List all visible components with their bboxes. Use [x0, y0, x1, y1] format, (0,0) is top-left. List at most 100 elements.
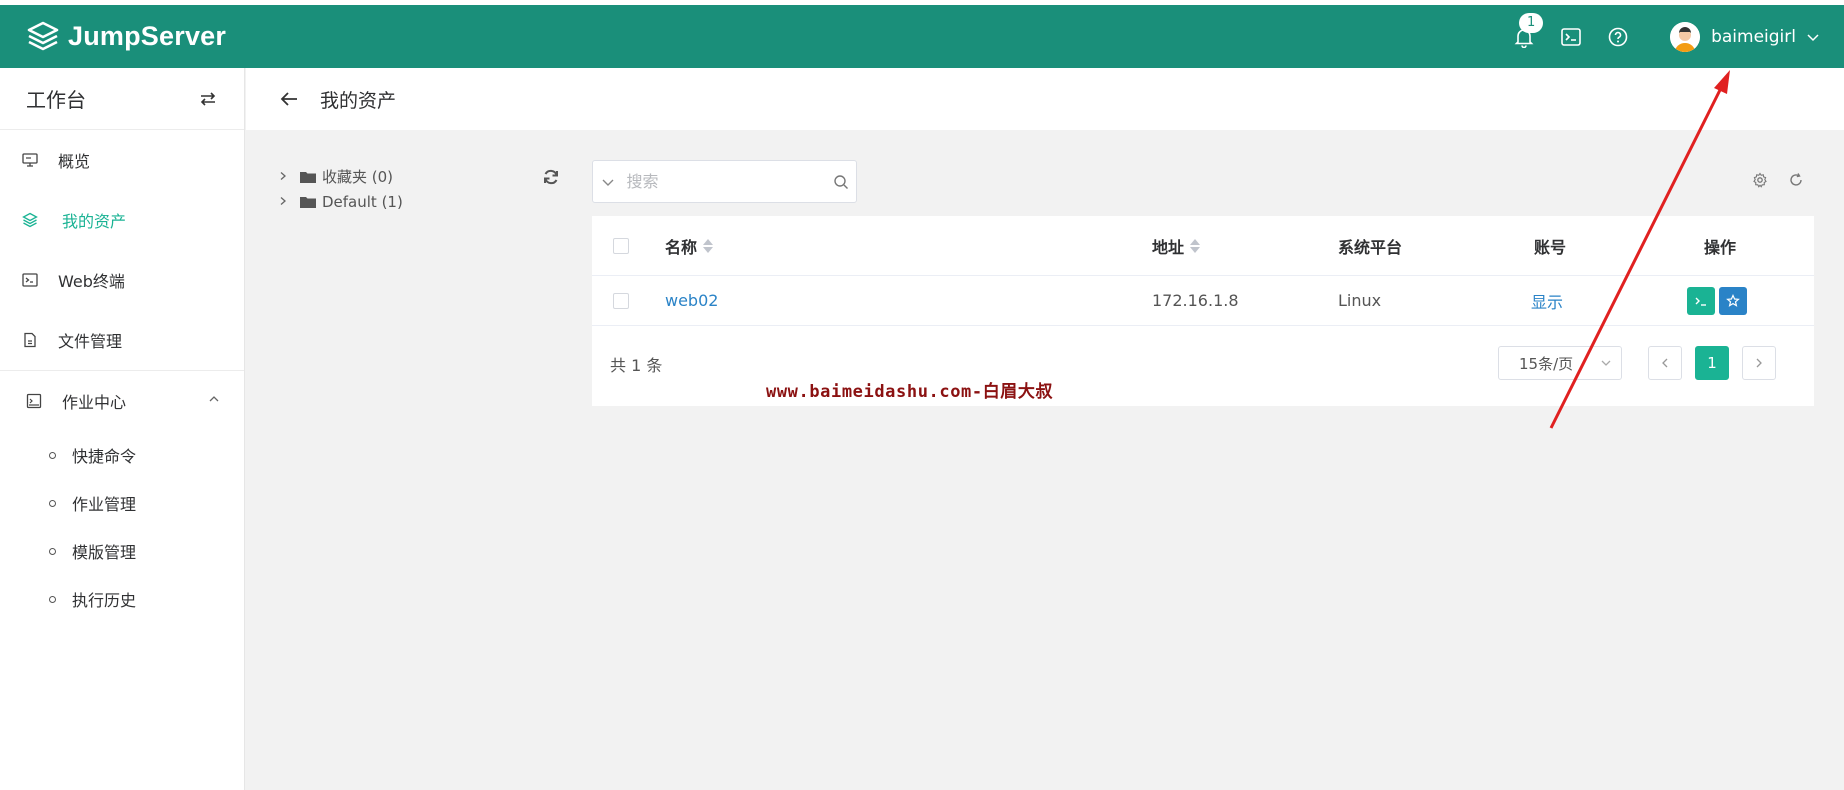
folder-icon: [300, 196, 316, 208]
refresh-icon[interactable]: [1788, 172, 1804, 188]
table-row: web02 172.16.1.8 Linux 显示: [592, 276, 1814, 326]
sort-icon[interactable]: [703, 238, 714, 253]
app-logo[interactable]: JumpServer: [26, 20, 226, 54]
pagination-total: 共 1 条: [610, 356, 663, 375]
sidebar-subitem-template-management[interactable]: 模版管理: [0, 527, 244, 575]
column-header-label: 地址: [1152, 237, 1185, 257]
monitor-icon: [22, 152, 38, 168]
search-filter-dropdown[interactable]: [593, 175, 623, 189]
notification-button[interactable]: 1: [1511, 12, 1544, 50]
jumpserver-logo-icon: [27, 21, 59, 50]
column-header-account: 账号: [1534, 234, 1566, 258]
switch-view-icon[interactable]: [198, 89, 218, 109]
next-page-button[interactable]: [1742, 346, 1776, 380]
column-header-label: 名称: [665, 237, 698, 257]
avatar-icon: [1670, 21, 1701, 52]
asset-search[interactable]: [592, 160, 857, 203]
bullet-icon: [49, 499, 56, 507]
sidebar-subitem-quick-commands[interactable]: 快捷命令: [0, 431, 244, 479]
terminal-icon: [22, 272, 38, 288]
connect-terminal-button[interactable]: [1687, 286, 1715, 315]
file-icon: [22, 332, 38, 348]
sidebar-subitem-job-management[interactable]: 作业管理: [0, 479, 244, 527]
notification-badge: 1: [1519, 12, 1544, 33]
tree-node-default[interactable]: Default (1): [278, 189, 403, 214]
select-all-checkbox[interactable]: [613, 237, 629, 254]
sidebar-subitem-label: 作业管理: [72, 495, 137, 514]
back-arrow-icon[interactable]: [278, 88, 300, 110]
chevron-right-icon: [1756, 358, 1762, 368]
sidebar-subitem-label: 模版管理: [72, 543, 137, 562]
tree-node-favorites[interactable]: 收藏夹 (0): [278, 164, 403, 189]
bullet-icon: [49, 595, 56, 603]
column-header-label: 操作: [1704, 237, 1737, 257]
asset-name-link[interactable]: web02: [665, 291, 718, 310]
layers-icon: [22, 212, 38, 228]
search-icon: [834, 174, 849, 189]
chevron-right-icon[interactable]: [278, 170, 290, 184]
chevron-down-icon: [1601, 360, 1611, 366]
gear-icon[interactable]: [1752, 172, 1768, 188]
sidebar-subitem-execution-history[interactable]: 执行历史: [0, 575, 244, 623]
asset-address: 172.16.1.8: [1152, 291, 1239, 310]
sidebar-item-overview[interactable]: 概览: [0, 130, 244, 190]
column-header-label: 系统平台: [1338, 237, 1403, 257]
sidebar-title: 工作台: [26, 88, 86, 112]
sidebar-item-label: 概览: [58, 152, 91, 171]
sidebar-item-label: Web终端: [58, 272, 125, 291]
column-header-label: 账号: [1534, 237, 1567, 257]
chevron-down-icon: [1807, 33, 1819, 41]
asset-platform: Linux: [1338, 291, 1382, 310]
terminal-prompt-icon: [1695, 297, 1706, 306]
terminal-icon: [1561, 27, 1581, 46]
sort-icon[interactable]: [1190, 238, 1201, 253]
row-actions: [1687, 286, 1751, 315]
page-number-button[interactable]: 1: [1695, 346, 1729, 380]
sidebar-item-label: 我的资产: [62, 212, 127, 231]
top-navbar: JumpServer 1 baimeigirl: [0, 5, 1844, 68]
tree-refresh-icon[interactable]: [542, 168, 560, 186]
chevron-up-icon[interactable]: [208, 393, 220, 405]
watermark-text: www.baimeidashu.com-白眉大叔: [766, 382, 1054, 402]
sidebar-item-file-manager[interactable]: 文件管理: [0, 310, 244, 370]
page-size-value: 15条/页: [1519, 354, 1574, 373]
sidebar-subitem-label: 快捷命令: [72, 447, 137, 466]
sidebar: 工作台 概览 我的资产 Web终端 文件管理 作业中心 快捷命令 作业管理 模版…: [0, 68, 245, 790]
show-account-link[interactable]: 显示: [1531, 289, 1563, 313]
prev-page-button[interactable]: [1648, 346, 1682, 380]
column-header-name[interactable]: 名称: [665, 234, 714, 258]
tree-node-label: 收藏夹 (0): [322, 168, 394, 186]
sidebar-subitem-label: 执行历史: [72, 591, 137, 610]
column-header-address[interactable]: 地址: [1152, 234, 1201, 258]
sidebar-item-label: 文件管理: [58, 332, 123, 351]
asset-tree: 收藏夹 (0) Default (1): [278, 164, 403, 214]
favorite-button[interactable]: [1719, 286, 1747, 315]
row-checkbox[interactable]: [613, 292, 629, 309]
sidebar-item-web-terminal[interactable]: Web终端: [0, 250, 244, 310]
help-icon: [1608, 27, 1628, 46]
user-menu[interactable]: baimeigirl: [1670, 21, 1820, 52]
header-actions: 1 baimeigirl: [1511, 5, 1844, 68]
chevron-down-icon: [602, 179, 614, 186]
page-title: 我的资产: [320, 89, 397, 112]
page-header: 我的资产: [246, 68, 1844, 130]
bullet-icon: [49, 547, 56, 555]
sidebar-header: 工作台: [0, 68, 244, 130]
sidebar-item-label: 作业中心: [62, 393, 127, 412]
search-button[interactable]: [827, 174, 857, 190]
web-terminal-button[interactable]: [1558, 24, 1584, 50]
column-header-actions: 操作: [1704, 234, 1736, 258]
chevron-left-icon: [1662, 358, 1668, 368]
page-size-select[interactable]: 15条/页: [1498, 346, 1622, 380]
bullet-icon: [49, 451, 56, 459]
sidebar-item-job-center[interactable]: 作业中心: [0, 371, 244, 431]
help-button[interactable]: [1605, 24, 1631, 50]
tree-node-label: Default (1): [322, 192, 403, 211]
search-input[interactable]: [626, 172, 827, 191]
sidebar-item-my-assets[interactable]: 我的资产: [0, 190, 244, 250]
chevron-right-icon[interactable]: [278, 195, 290, 209]
table-toolbar: [1752, 172, 1804, 188]
username: baimeigirl: [1711, 26, 1796, 47]
column-header-platform: 系统平台: [1338, 234, 1402, 258]
app-name: JumpServer: [68, 21, 227, 51]
